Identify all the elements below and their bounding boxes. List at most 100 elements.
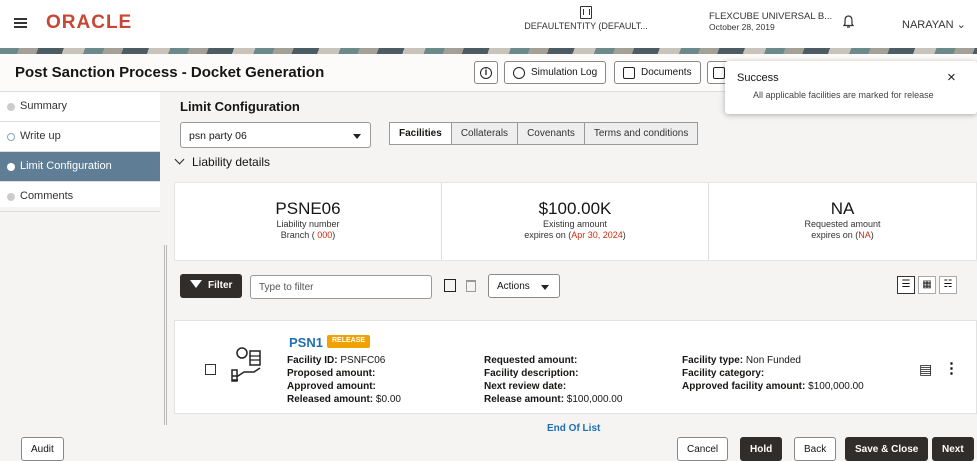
oracle-logo: ORACLE — [46, 12, 133, 33]
save-close-button[interactable]: Save & Close — [845, 437, 929, 461]
filter-input[interactable]: Type to filter — [250, 275, 432, 299]
trash-icon[interactable] — [466, 280, 476, 292]
grid-view-icon[interactable]: ▦ — [918, 276, 936, 294]
info-icon: i — [480, 66, 492, 79]
row-checkbox[interactable] — [205, 364, 216, 375]
app-name: FLEXCUBE UNIVERSAL B... — [709, 11, 833, 22]
party-value: psn party 06 — [189, 130, 247, 142]
liability-summary: PSNE06 Liability number Branch ( 000) $1… — [174, 182, 977, 261]
card-value: NA — [830, 199, 855, 218]
field-facility-description: Facility description: — [484, 368, 579, 379]
toast-message: All applicable facilities are marked for… — [753, 90, 934, 100]
section-title: Limit Configuration — [180, 99, 300, 114]
tab-collaterals[interactable]: Collaterals — [451, 122, 519, 145]
card-value: PSNE06 — [275, 199, 341, 218]
next-button[interactable]: Next — [932, 437, 974, 461]
sidebar: Summary Write up Limit Configuration Com… — [0, 92, 160, 212]
field-approved-amount: Approved amount: — [287, 381, 376, 392]
step-dot-icon — [7, 163, 15, 171]
filter-icon — [190, 280, 202, 288]
toast-title: Success — [737, 72, 779, 84]
app-date: October 28, 2019 — [709, 22, 775, 32]
field-facility-category: Facility category: — [682, 368, 765, 379]
card-sublabel: expires on (NA) — [811, 230, 874, 240]
party-select[interactable]: psn party 06 — [180, 122, 371, 148]
field-released-amount: Released amount: $0.00 — [287, 394, 401, 405]
step-dot-icon — [7, 193, 15, 201]
tab-terms-and-conditions[interactable]: Terms and conditions — [584, 122, 699, 145]
user-menu[interactable]: NARAYAN ⌄ — [902, 18, 966, 31]
chevron-down-icon: ⌄ — [956, 19, 966, 31]
list-view-icon[interactable]: ☰ — [897, 276, 915, 294]
user-name: NARAYAN — [902, 19, 954, 31]
splitter-handle[interactable] — [164, 245, 167, 425]
sidebar-item-write-up[interactable]: Write up — [0, 122, 160, 152]
field-approved-facility-amount: Approved facility amount: $100,000.00 — [682, 381, 864, 392]
sidebar-item-label: Write up — [20, 130, 61, 142]
record-column-1: Facility ID: PSNFC06 Proposed amount: Ap… — [287, 354, 401, 406]
tab-covenants[interactable]: Covenants — [518, 122, 585, 145]
record-column-3: Facility type: Non Funded Facility categ… — [682, 354, 864, 393]
tab-bar: Facilities Collaterals Covenants Terms a… — [389, 122, 699, 145]
card-sublabel: Branch ( 000) — [280, 230, 336, 240]
liability-details-toggle[interactable]: Liability details — [174, 154, 271, 169]
step-dot-icon — [7, 103, 15, 111]
requested-amount-card: NA Requested amount expires on (NA) — [709, 183, 976, 260]
comment-icon[interactable]: ▤ — [919, 361, 932, 378]
entity-selector[interactable]: DEFAULTENTITY (DEFAULT... — [506, 6, 666, 31]
field-release-amount: Release amount: $100,000.00 — [484, 394, 623, 405]
tab-facilities[interactable]: Facilities — [389, 122, 452, 145]
view-switcher: ☰ ▦ ☵ — [897, 276, 957, 294]
app-info[interactable]: FLEXCUBE UNIVERSAL B... October 28, 2019 — [709, 11, 832, 33]
info-button[interactable]: i — [474, 61, 498, 84]
liability-card: PSNE06 Liability number Branch ( 000) — [175, 183, 442, 260]
page-title: Post Sanction Process - Docket Generatio… — [15, 64, 325, 81]
document-icon — [623, 66, 635, 79]
columns-icon[interactable] — [444, 279, 456, 292]
filter-button[interactable]: Filter — [180, 274, 242, 298]
documents-button[interactable]: Documents — [614, 61, 701, 84]
card-label: Existing amount — [542, 219, 608, 229]
card-label: Requested amount — [804, 219, 881, 229]
liability-details-label: Liability details — [192, 155, 271, 169]
simulation-log-button[interactable]: Simulation Log — [504, 61, 607, 84]
sidebar-item-limit-configuration[interactable]: Limit Configuration — [0, 152, 160, 182]
record-column-2: Requested amount: Facility description: … — [484, 354, 622, 406]
caret-down-icon — [541, 285, 549, 290]
close-icon[interactable]: × — [947, 69, 956, 86]
sidebar-item-label: Limit Configuration — [20, 160, 112, 172]
simulation-log-label: Simulation Log — [531, 67, 598, 78]
cancel-button[interactable]: Cancel — [677, 437, 729, 461]
kebab-menu-icon[interactable]: ⋮ — [944, 359, 959, 377]
sidebar-item-summary[interactable]: Summary — [0, 92, 160, 122]
entity-label: DEFAULTENTITY (DEFAULT... — [524, 21, 648, 31]
bell-icon[interactable] — [843, 15, 854, 29]
success-toast: Success All applicable facilities are ma… — [725, 61, 977, 114]
actions-label: Actions — [497, 281, 530, 292]
card-label: Liability number — [276, 219, 340, 229]
filter-label: Filter — [208, 280, 233, 291]
audit-button[interactable]: Audit — [21, 437, 64, 461]
sidebar-item-comments[interactable]: Comments — [0, 182, 160, 212]
top-bar: ORACLE DEFAULTENTITY (DEFAULT... FLEXCUB… — [0, 0, 977, 48]
menu-icon[interactable] — [14, 18, 27, 28]
field-facility-id: Facility ID: PSNFC06 — [287, 355, 386, 366]
existing-amount-card: $100.00K Existing amount expires on (Apr… — [442, 183, 709, 260]
field-facility-type: Facility type: Non Funded — [682, 355, 801, 366]
field-next-review-date: Next review date: — [484, 381, 567, 392]
caret-down-icon — [353, 134, 361, 139]
simulation-icon — [513, 66, 525, 79]
status-badge: RELEASE — [327, 335, 371, 348]
chevron-down-icon — [174, 154, 185, 165]
facility-name-link[interactable]: PSN1 — [289, 335, 323, 350]
hold-button[interactable]: Hold — [740, 437, 783, 461]
money-hand-icon — [231, 347, 261, 382]
card-sublabel: expires on (Apr 30, 2024) — [524, 230, 626, 240]
field-proposed-amount: Proposed amount: — [287, 368, 376, 379]
actions-menu[interactable]: Actions — [488, 274, 560, 298]
sidebar-item-label: Summary — [20, 100, 68, 112]
card-value: $100.00K — [538, 199, 612, 218]
back-button[interactable]: Back — [794, 437, 837, 461]
tree-view-icon[interactable]: ☵ — [939, 276, 957, 294]
list-item: PSN1 RELEASE Facility ID: PSNFC06 Propos… — [174, 320, 977, 414]
